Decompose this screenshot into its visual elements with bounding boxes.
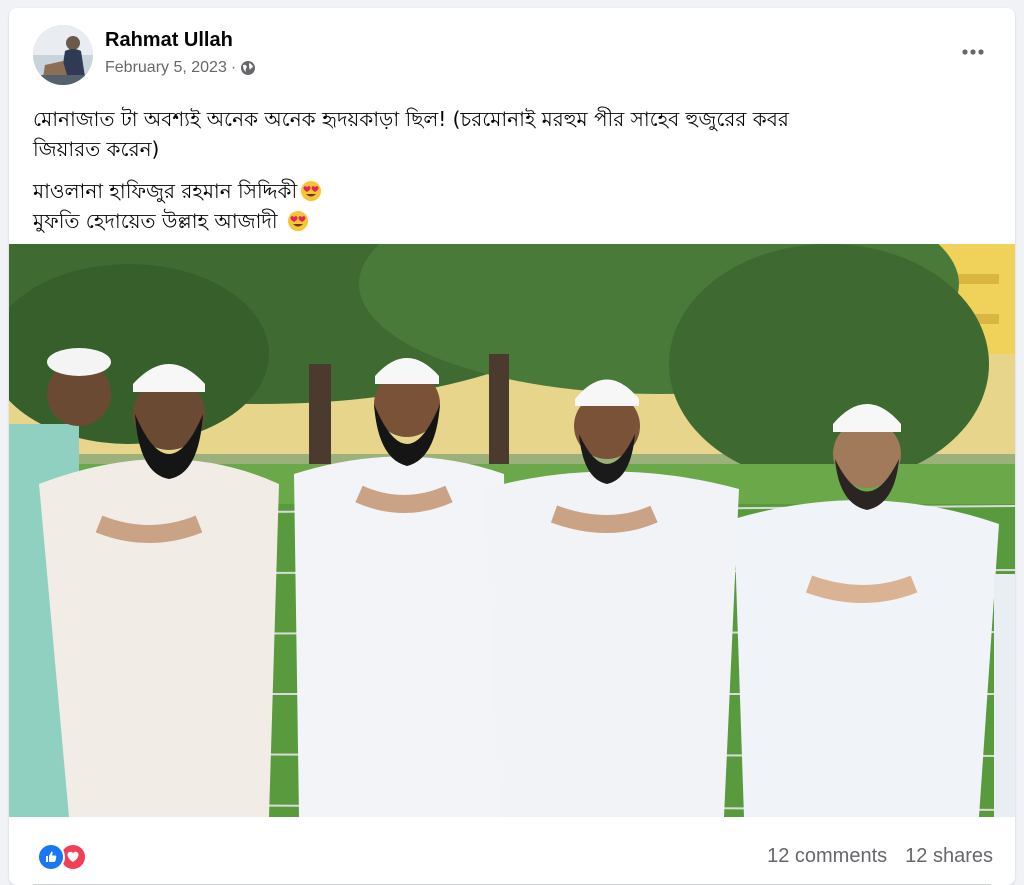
post-text-line-3: মাওলানা হাফিজুর রহমান সিদ্দিকী (33, 179, 298, 203)
engagement-counts: 12 comments 12 shares (767, 845, 993, 868)
post-text-line-1: মোনাজাত টা অবশ্যই অনেক অনেক হৃদয়কাড়া ছ… (33, 107, 789, 131)
more-options-icon[interactable] (953, 32, 993, 72)
post-header: Rahmat Ullah February 5, 2023 · (9, 8, 1015, 94)
post-photo[interactable] (9, 244, 1015, 817)
post-text-line-4: মুফতি হেদায়েত উল্লাহ আজাদী (33, 209, 278, 233)
post-paragraph-2: মাওলানা হাফিজুর রহমান সিদ্দিকী মুফতি হেদ… (33, 176, 973, 236)
post-meta: February 5, 2023 · (105, 59, 256, 77)
post-date[interactable]: February 5, 2023 (105, 59, 227, 77)
heart-eyes-emoji-icon (287, 210, 309, 232)
author-avatar[interactable] (33, 25, 93, 85)
post-text: মোনাজাত টা অবশ্যই অনেক অনেক হৃদয়কাড়া ছ… (33, 104, 973, 248)
post-text-line-4-wrap: মুফতি হেদায়েত উল্লাহ আজাদী (33, 206, 973, 236)
post-text-line-3-wrap: মাওলানা হাফিজুর রহমান সিদ্দিকী (33, 176, 973, 206)
post-footer: 12 comments 12 shares (9, 817, 1015, 885)
author-name[interactable]: Rahmat Ullah (105, 29, 233, 52)
globe-icon[interactable] (240, 60, 256, 76)
post-text-line-2: জিয়ারত করেন) (33, 137, 160, 161)
like-icon (37, 843, 65, 871)
post-card: Rahmat Ullah February 5, 2023 · মোনাজাত … (9, 8, 1015, 885)
post-paragraph-1: মোনাজাত টা অবশ্যই অনেক অনেক হৃদয়কাড়া ছ… (33, 104, 973, 164)
heart-eyes-emoji-icon (300, 180, 322, 202)
meta-separator: · (230, 59, 237, 76)
reactions-summary[interactable] (37, 843, 87, 871)
shares-count[interactable]: 12 shares (905, 845, 993, 868)
comments-count[interactable]: 12 comments (767, 845, 887, 868)
